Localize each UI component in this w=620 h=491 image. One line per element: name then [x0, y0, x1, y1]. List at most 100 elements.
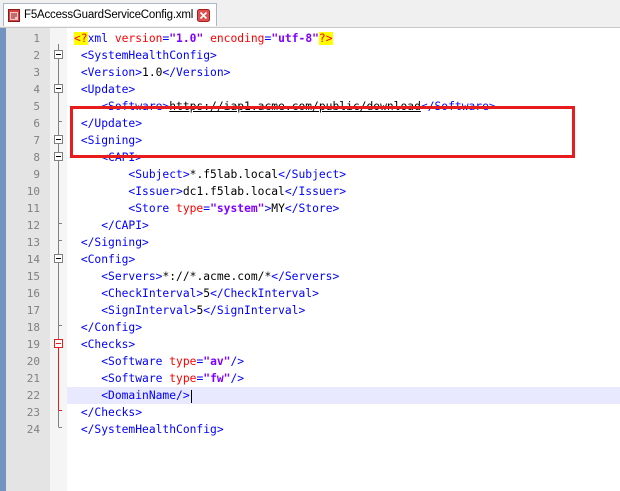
tab-f5accessguard-config[interactable]: F5AccessGuardServiceConfig.xml	[3, 3, 218, 26]
code-line[interactable]: 19 <Checks>	[0, 336, 620, 353]
token-txt: MY	[271, 202, 285, 215]
line-code: <Servers>*://*.acme.com/*</Servers>	[74, 268, 339, 285]
token-tag: </Checks>	[80, 406, 143, 419]
line-number: 7	[33, 134, 40, 147]
code-line[interactable]: 4 <Update>	[0, 81, 620, 98]
token-txt: 1.0	[142, 66, 163, 79]
line-code: </Checks>	[74, 404, 142, 421]
line-code: </Signing>	[74, 234, 149, 251]
token-tag: <Software	[101, 355, 170, 368]
token-attr: type	[169, 355, 197, 368]
line-number: 6	[33, 117, 40, 130]
line-number: 17	[26, 304, 40, 317]
token-tag: </Servers>	[271, 270, 340, 283]
code-line[interactable]: 10 <Issuer>dc1.f5lab.local</Issuer>	[0, 183, 620, 200]
line-code: <Issuer>dc1.f5lab.local</Issuer>	[74, 183, 346, 200]
token-txt: *://*.acme.com/*	[162, 270, 272, 283]
token-val: "system"	[210, 202, 265, 215]
text-caret	[190, 389, 192, 403]
token-attr: version	[114, 32, 163, 45]
token-tag: <SystemHealthConfig>	[80, 49, 217, 62]
line-number: 23	[26, 406, 40, 419]
token-tag: </Signing>	[80, 236, 149, 249]
token-tag: <Store	[128, 202, 177, 215]
line-number: 19	[26, 338, 40, 351]
code-line[interactable]: 11 <Store type="system">MY</Store>	[0, 200, 620, 217]
code-line[interactable]: 22 <DomainName/>	[0, 387, 620, 404]
code-line[interactable]: 17 <SignInterval>5</SignInterval>	[0, 302, 620, 319]
token-tag: </SystemHealthConfig>	[80, 423, 224, 436]
code-line[interactable]: 24 </SystemHealthConfig>	[0, 421, 620, 438]
token-attr: encoding	[210, 32, 265, 45]
line-number: 2	[33, 49, 40, 62]
token-tag: <Subject>	[128, 168, 190, 181]
token-tag: </SignInterval>	[203, 304, 306, 317]
line-number: 5	[33, 100, 40, 113]
token-tag: <Servers>	[101, 270, 163, 283]
code-line[interactable]: 2 <SystemHealthConfig>	[0, 47, 620, 64]
line-code: </Config>	[74, 319, 142, 336]
token-val: "1.0"	[169, 32, 204, 45]
line-number: 4	[33, 83, 40, 96]
line-number: 18	[26, 321, 40, 334]
token-tag: </Store>	[284, 202, 340, 215]
file-icon	[8, 8, 20, 22]
line-code: <Checks>	[74, 336, 135, 353]
token-tag: <SignInterval>	[101, 304, 197, 317]
token-val: "av"	[203, 355, 231, 368]
token-tag: </Version>	[162, 66, 231, 79]
line-code: <Store type="system">MY</Store>	[74, 200, 339, 217]
token-val: "fw"	[203, 372, 231, 385]
token-tag: </Subject>	[278, 168, 347, 181]
line-code: <Version>1.0</Version>	[74, 64, 231, 81]
code-line[interactable]: 16 <CheckInterval>5</CheckInterval>	[0, 285, 620, 302]
code-line[interactable]: 15 <Servers>*://*.acme.com/*</Servers>	[0, 268, 620, 285]
code-line[interactable]: 20 <Software type="av"/>	[0, 353, 620, 370]
code-line[interactable]: 18 </Config>	[0, 319, 620, 336]
token-tag: />	[230, 372, 245, 385]
code-line[interactable]: 14 <Config>	[0, 251, 620, 268]
token-tag: <CheckInterval>	[101, 287, 204, 300]
line-number: 9	[33, 168, 40, 181]
line-code: <Update>	[74, 81, 135, 98]
code-line[interactable]: 9 <Subject>*.f5lab.local</Subject>	[0, 166, 620, 183]
code-line[interactable]: 23 </Checks>	[0, 404, 620, 421]
line-number: 1	[33, 32, 40, 45]
highlight-annotation-box	[70, 106, 575, 158]
code-line[interactable]: 13 </Signing>	[0, 234, 620, 251]
token-tag: </Config>	[80, 321, 143, 334]
token-tag: </CheckInterval>	[210, 287, 319, 300]
token-tag: />	[230, 355, 245, 368]
line-code: <Subject>*.f5lab.local</Subject>	[74, 166, 346, 183]
token-val: "utf-8"	[271, 32, 319, 45]
line-code: <SystemHealthConfig>	[74, 47, 217, 64]
token-txt: *.f5lab.local	[189, 168, 279, 181]
token-tag: <Update>	[80, 83, 136, 96]
code-line[interactable]: 3 <Version>1.0</Version>	[0, 64, 620, 81]
line-number: 21	[26, 372, 40, 385]
token-tag: </CAPI>	[101, 219, 149, 232]
line-number: 20	[26, 355, 40, 368]
close-icon[interactable]	[197, 8, 211, 22]
line-number: 11	[26, 202, 40, 215]
line-code: <CheckInterval>5</CheckInterval>	[74, 285, 319, 302]
token-attr: type	[176, 202, 204, 215]
line-code: <Software type="av"/>	[74, 353, 244, 370]
code-line[interactable]: 1 <?xml version="1.0" encoding="utf-8"?>	[0, 30, 620, 47]
token-tag: <Config>	[80, 253, 136, 266]
token-tag: <DomainName/>	[101, 389, 190, 402]
code-line[interactable]: 12 </CAPI>	[0, 217, 620, 234]
code-editor[interactable]: 1 <?xml version="1.0" encoding="utf-8"?> 2…	[0, 28, 620, 491]
line-code: <Software type="fw"/>	[74, 370, 244, 387]
token-txt: dc1.f5lab.local	[182, 185, 285, 198]
line-number: 3	[33, 66, 40, 79]
line-code: <Config>	[74, 251, 135, 268]
line-number: 22	[26, 389, 40, 402]
token-tag: <Issuer>	[128, 185, 183, 198]
line-number: 10	[26, 185, 40, 198]
token-tag: <Software	[101, 372, 170, 385]
code-line[interactable]: 21 <Software type="fw"/>	[0, 370, 620, 387]
line-number: 16	[26, 287, 40, 300]
token-decl: <?	[74, 32, 88, 45]
line-code: <SignInterval>5</SignInterval>	[74, 302, 305, 319]
